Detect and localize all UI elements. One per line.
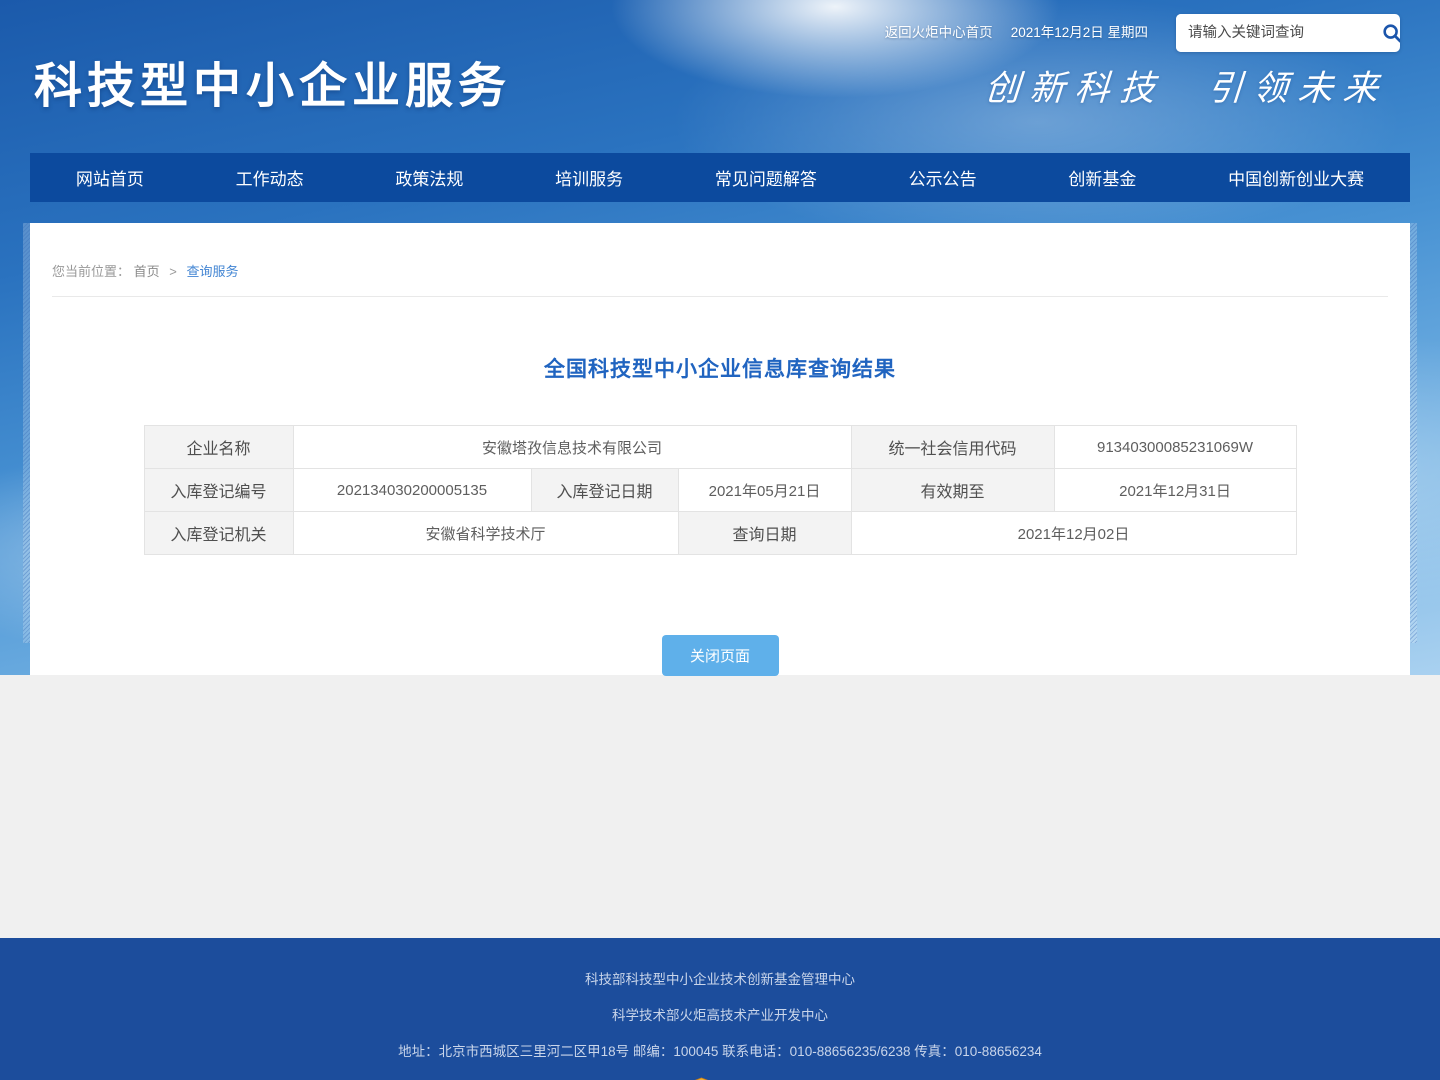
search-icon	[1381, 22, 1400, 44]
breadcrumb: 您当前位置： 首页 > 查询服务	[52, 223, 1388, 297]
company-name-value: 安徽塔孜信息技术有限公司	[293, 426, 851, 469]
site-title: 科技型中小企业服务	[34, 46, 511, 116]
footer-org-line-1: 科技部科技型中小企业技术创新基金管理中心	[0, 968, 1440, 988]
breadcrumb-separator: >	[169, 264, 177, 279]
nav-item-policies[interactable]: 政策法规	[385, 153, 473, 202]
police-badge-icon	[693, 1077, 710, 1080]
breadcrumb-current-link[interactable]: 查询服务	[187, 264, 239, 279]
footer-contact-line: 地址：北京市西城区三里河二区甲18号 邮编：100045 联系电话：010-88…	[0, 1040, 1440, 1060]
search-button[interactable]	[1381, 14, 1400, 52]
return-torch-home-link[interactable]: 返回火炬中心首页	[885, 14, 993, 52]
registration-date-label: 入库登记日期	[531, 469, 678, 512]
page: 返回火炬中心首页 2021年12月2日 星期四 科技型中小企业服务 创新科技 引…	[0, 0, 1440, 1080]
content-card: 您当前位置： 首页 > 查询服务 全国科技型中小企业信息库查询结果 企业名称 安…	[30, 223, 1410, 675]
nav-item-work-news[interactable]: 工作动态	[226, 153, 314, 202]
registration-number-label: 入库登记编号	[144, 469, 293, 512]
footer-org-line-2: 科学技术部火炬高技术产业开发中心	[0, 1004, 1440, 1024]
icp-number-link[interactable]: 京ICP备13019302号-1	[554, 1076, 689, 1080]
nav-item-innovation-fund[interactable]: 创新基金	[1058, 153, 1146, 202]
query-date-label: 查询日期	[678, 512, 851, 555]
nav-item-training[interactable]: 培训服务	[545, 153, 633, 202]
page-title: 全国科技型中小企业信息库查询结果	[30, 353, 1410, 383]
query-date-value: 2021年12月02日	[851, 512, 1296, 555]
registration-authority-value: 安徽省科学技术厅	[293, 512, 678, 555]
registration-authority-label: 入库登记机关	[144, 512, 293, 555]
search-input[interactable]	[1176, 14, 1381, 52]
credit-code-label: 统一社会信用代码	[851, 426, 1054, 469]
site-header: 返回火炬中心首页 2021年12月2日 星期四 科技型中小企业服务 创新科技 引…	[0, 0, 1440, 153]
company-name-label: 企业名称	[144, 426, 293, 469]
valid-until-value: 2021年12月31日	[1054, 469, 1296, 512]
main-nav: 网站首页 工作动态 政策法规 培训服务 常见问题解答 公示公告 创新基金 中国创…	[30, 153, 1410, 202]
breadcrumb-prefix: 您当前位置：	[52, 264, 130, 279]
footer-icp-line: 京ICP备13019302号-1 京公网安备11010202007048	[0, 1076, 1440, 1080]
button-row: 关闭页面	[30, 635, 1410, 676]
header-top-bar: 返回火炬中心首页 2021年12月2日 星期四	[885, 14, 1400, 52]
result-table: 企业名称 安徽塔孜信息技术有限公司 统一社会信用代码 9134030008523…	[144, 425, 1297, 555]
credit-code-value: 91340300085231069W	[1054, 426, 1296, 469]
registration-date-value: 2021年05月21日	[678, 469, 851, 512]
search-box	[1176, 14, 1400, 52]
table-row: 入库登记机关 安徽省科学技术厅 查询日期 2021年12月02日	[144, 512, 1296, 555]
police-number-link[interactable]: 京公网安备11010202007048	[714, 1076, 886, 1080]
page-footer: 科技部科技型中小企业技术创新基金管理中心 科学技术部火炬高技术产业开发中心 地址…	[0, 938, 1440, 1080]
registration-number-value: 202134030200005135	[293, 469, 531, 512]
valid-until-label: 有效期至	[851, 469, 1054, 512]
close-page-button[interactable]: 关闭页面	[662, 635, 779, 676]
current-date: 2021年12月2日 星期四	[1011, 14, 1148, 52]
nav-item-home[interactable]: 网站首页	[66, 153, 154, 202]
nav-item-announcements[interactable]: 公示公告	[899, 153, 987, 202]
nav-item-competition[interactable]: 中国创新创业大赛	[1218, 153, 1374, 202]
breadcrumb-home-link[interactable]: 首页	[134, 264, 160, 279]
table-row: 入库登记编号 202134030200005135 入库登记日期 2021年05…	[144, 469, 1296, 512]
nav-item-faq[interactable]: 常见问题解答	[705, 153, 827, 202]
slogan-text: 创新科技 引领未来	[983, 60, 1390, 111]
table-row: 企业名称 安徽塔孜信息技术有限公司 统一社会信用代码 9134030008523…	[144, 426, 1296, 469]
